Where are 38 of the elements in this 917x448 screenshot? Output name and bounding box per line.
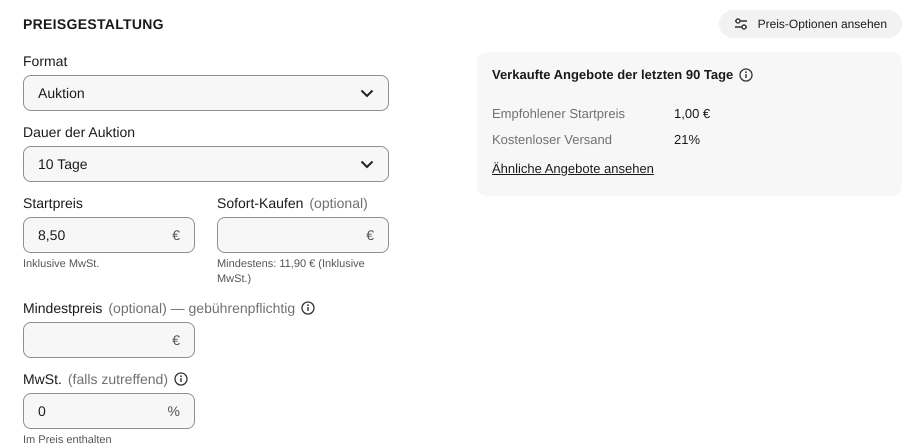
duration-dropdown[interactable]: 10 Tage [23,146,389,182]
sliders-icon [734,18,748,30]
input-value: 8,50 [38,227,66,243]
price-input-field[interactable]: € [23,322,195,358]
field-label: Startpreis [23,195,83,211]
price-input-field[interactable]: 8,50 € [23,217,195,253]
field-note: (optional) [309,195,368,211]
field-hint: Im Preis enthalten [23,433,113,448]
field-label: Sofort-Kaufen [217,195,304,211]
unit-label: € [366,227,374,243]
input-value: 0 [38,403,46,419]
panel-title: Verkaufte Angebote der letzten 90 Tage [492,67,734,82]
field-note: (falls zutreffend) [68,371,168,387]
chevron-down-icon [360,160,374,168]
unit-label: € [172,227,180,243]
field-hint: Inklusive MwSt. [23,257,100,272]
stat-value: 21% [674,132,702,146]
section-title: PREISGESTALTUNG [23,16,164,32]
price-input-field[interactable]: € [217,217,389,253]
field-note: (optional) — gebührenpflichtig [108,300,296,316]
similar-listings-link[interactable]: Ähnliche Angebote ansehen [492,161,654,176]
stat-label: Kostenloser Versand [492,132,613,146]
price-options-button[interactable]: Preis-Optionen ansehen [718,10,902,38]
field-label: Format [23,53,68,69]
info-icon[interactable] [301,301,316,315]
info-icon[interactable] [174,372,188,386]
field-label: MwSt. [23,371,62,387]
price-input-field[interactable]: 0 % [23,393,195,429]
stat-value: 1,00 € [674,106,712,120]
unit-label: % [168,403,180,419]
chevron-down-icon [360,88,374,98]
unit-label: € [172,332,180,348]
field-label: Dauer der Auktion [23,124,136,140]
field-label: Mindestpreis [23,300,102,316]
format-dropdown[interactable]: Auktion [23,75,389,111]
stat-label: Empfohlener Startpreis [492,106,626,120]
field-hint: Mindestens: 11,90 € (Inklusive MwSt.) [217,257,366,287]
info-icon[interactable] [739,68,754,82]
